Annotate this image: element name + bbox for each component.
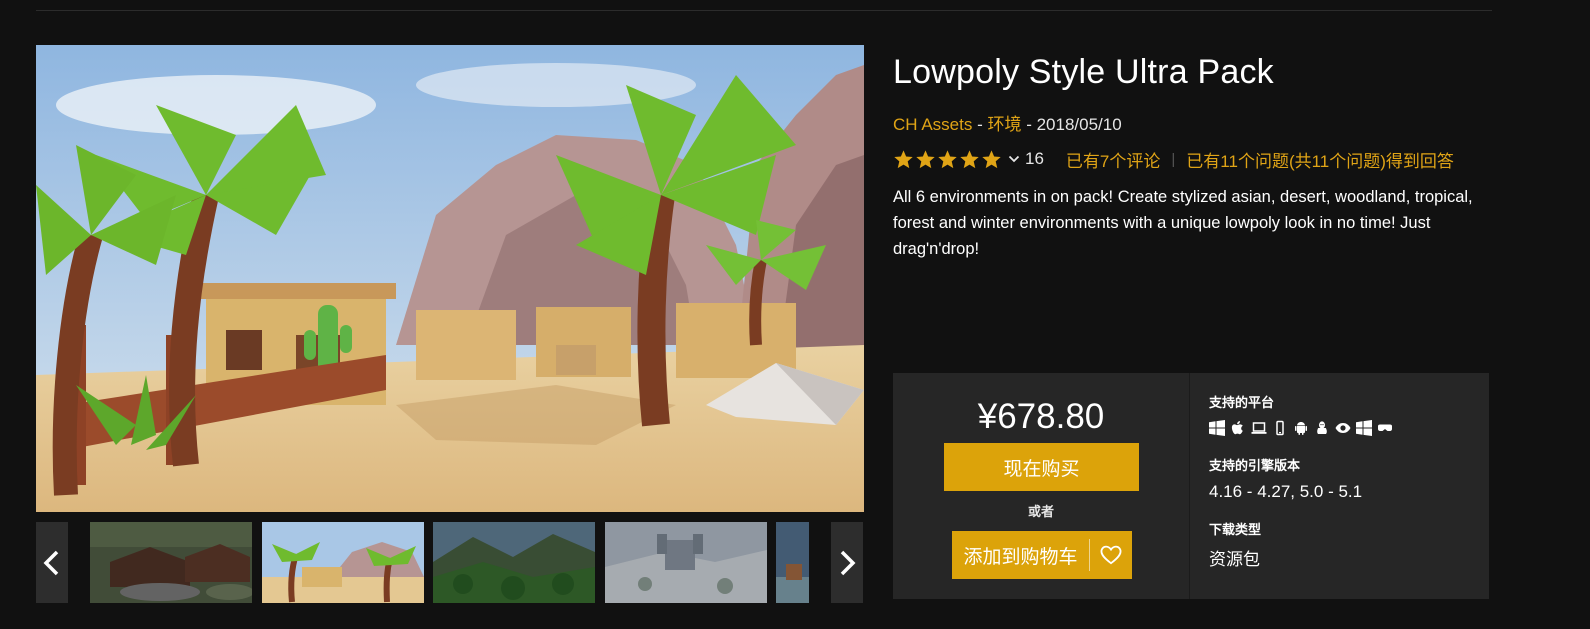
buy-now-button[interactable]: 现在购买	[944, 443, 1139, 491]
thumbnail-image	[433, 522, 595, 603]
thumbnail-strip	[36, 522, 864, 603]
meta-separator: -	[1021, 115, 1037, 134]
link-divider: |	[1171, 150, 1176, 168]
product-description: All 6 environments in on pack! Create st…	[893, 188, 1473, 258]
windows-icon	[1356, 420, 1372, 436]
thumbnail-image	[776, 522, 809, 603]
star-icon	[894, 149, 913, 168]
thumbnail-tropical-partial[interactable]	[776, 522, 809, 603]
thumbnail-desert-oasis[interactable]	[262, 522, 424, 603]
gallery-next-button[interactable]	[831, 522, 863, 603]
star-icon	[960, 149, 979, 168]
platforms-label: 支持的平台	[1209, 395, 1275, 410]
product-meta: CH Assets - 环境 - 2018/05/10	[893, 110, 1122, 135]
price-label: ¥678.80	[977, 397, 1105, 436]
add-to-cart-button[interactable]: 添加到购物车	[952, 531, 1089, 579]
android-icon	[1295, 422, 1307, 435]
chevron-right-icon	[840, 550, 856, 575]
desert-oasis-image	[36, 45, 864, 512]
thumbnail-image	[90, 522, 252, 603]
rating-row: 16 已有7个评论 | 已有11个问题(共11个问题)得到回答	[893, 146, 1454, 172]
or-label: 或者	[1027, 504, 1054, 519]
vr-headset-icon	[1378, 424, 1392, 431]
platform-icons	[1209, 420, 1393, 436]
linux-icon	[1317, 421, 1327, 434]
star-icon	[938, 149, 957, 168]
star-rating[interactable]	[893, 149, 1002, 170]
thumbnail-image	[262, 522, 424, 603]
thumbnail-image	[605, 522, 767, 603]
top-divider	[36, 10, 1492, 11]
chevron-left-icon	[43, 550, 59, 575]
main-preview-image[interactable]	[36, 45, 864, 512]
reviews-link[interactable]: 已有7个评论	[1066, 147, 1160, 172]
apple-icon	[1231, 421, 1243, 435]
publisher-link[interactable]: CH Assets	[893, 115, 972, 134]
engine-versions-label: 支持的引擎版本	[1209, 458, 1301, 473]
questions-link[interactable]: 已有11个问题(共11个问题)得到回答	[1186, 147, 1454, 172]
purchase-column: ¥678.80 现在购买 或者 添加到购物车	[893, 373, 1189, 599]
star-icon	[982, 149, 1001, 168]
chevron-down-icon	[1008, 155, 1020, 163]
heart-icon	[1100, 545, 1122, 565]
thumbnail-asian-village[interactable]	[90, 522, 252, 603]
eye-vr-icon	[1335, 423, 1351, 433]
meta-separator: -	[972, 115, 988, 134]
panel-divider	[1189, 373, 1190, 599]
product-title: Lowpoly Style Ultra Pack	[893, 53, 1274, 91]
download-type-value: 资源包	[1209, 550, 1260, 569]
download-type-label: 下载类型	[1209, 522, 1262, 537]
purchase-panel: ¥678.80 现在购买 或者 添加到购物车 支持的平台 支持的引擎版本 4.1…	[893, 373, 1489, 599]
laptop-icon	[1251, 422, 1267, 434]
add-to-cart-group: 添加到购物车	[952, 531, 1132, 579]
windows-icon	[1209, 420, 1225, 436]
star-icon	[916, 149, 935, 168]
thumbnail-forest-valley[interactable]	[433, 522, 595, 603]
rating-dropdown-button[interactable]	[1008, 154, 1020, 164]
engine-versions-value: 4.16 - 4.27, 5.0 - 5.1	[1209, 482, 1363, 501]
mobile-icon	[1276, 420, 1284, 436]
category-link[interactable]: 环境	[987, 115, 1021, 134]
gallery-prev-button[interactable]	[36, 522, 68, 603]
release-date: 2018/05/10	[1036, 115, 1122, 134]
rating-count: 16	[1025, 149, 1044, 168]
thumbnail-winter-castle[interactable]	[605, 522, 767, 603]
wishlist-button[interactable]	[1090, 531, 1132, 579]
